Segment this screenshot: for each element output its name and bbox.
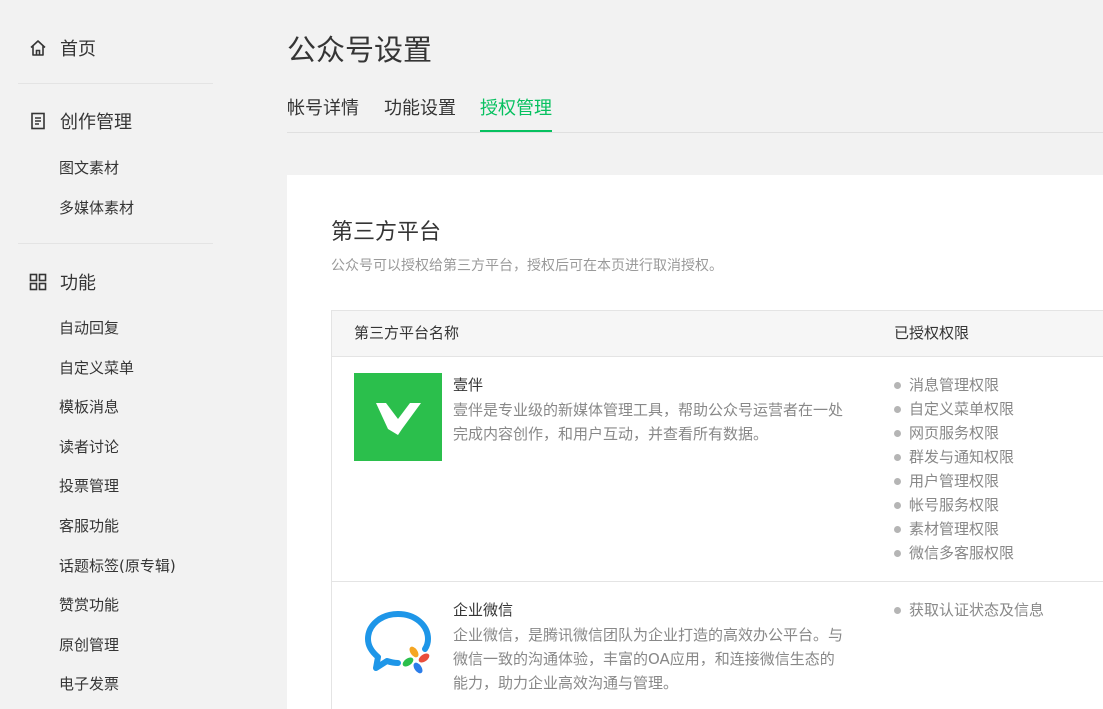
sidebar-item-article-materials[interactable]: 图文素材	[59, 158, 119, 178]
permission-item: 自定义菜单权限	[894, 397, 1014, 421]
section-title: 第三方平台	[331, 220, 442, 245]
section-description: 公众号可以授权给第三方平台，授权后可在本页进行取消授权。	[331, 258, 723, 274]
sidebar: 首页 创作管理 图文素材 多媒体素材 功能 自动回复 自定义菜单 模板消息 读者…	[0, 0, 240, 709]
sidebar-item-original-management[interactable]: 原创管理	[59, 635, 119, 655]
platform-name: 企业微信	[453, 601, 514, 619]
wecom-logo-icon	[354, 600, 442, 688]
platform-description: 企业微信，是腾讯微信团队为企业打造的高效办公平台。与微信一致的沟通体验，丰富的O…	[453, 626, 844, 692]
tab-account-details[interactable]: 帐号详情	[287, 96, 359, 131]
permission-list: 消息管理权限 自定义菜单权限 网页服务权限 群发与通知权限 用户管理权限 帐号服…	[894, 373, 1014, 565]
sidebar-item-label: 创作管理	[60, 112, 132, 133]
column-header-platform-name: 第三方平台名称	[354, 324, 460, 342]
sidebar-item-e-invoice[interactable]: 电子发票	[59, 674, 119, 694]
permission-item: 微信多客服权限	[894, 541, 1014, 565]
tab-authorization-management[interactable]: 授权管理	[480, 96, 552, 132]
sidebar-item-label: 首页	[60, 39, 96, 60]
content-panel: 第三方平台 公众号可以授权给第三方平台，授权后可在本页进行取消授权。 第三方平台…	[287, 175, 1103, 709]
permission-item: 帐号服务权限	[894, 493, 1014, 517]
platforms-table: 第三方平台名称 已授权权限 壹伴 壹伴是专业级的新媒体管理工具，帮助公众号运营者…	[331, 310, 1103, 709]
home-icon	[28, 38, 48, 58]
permission-item: 用户管理权限	[894, 469, 1014, 493]
page-title: 公众号设置	[287, 33, 433, 67]
table-row: 壹伴 壹伴是专业级的新媒体管理工具，帮助公众号运营者在一处完成内容创作，和用户互…	[332, 357, 1103, 582]
sidebar-item-home[interactable]: 首页	[28, 36, 96, 60]
grid-icon	[28, 272, 48, 292]
tab-bar: 帐号详情 功能设置 授权管理	[287, 96, 1103, 133]
tab-feature-settings[interactable]: 功能设置	[384, 96, 456, 131]
table-row: 企业微信 企业微信，是腾讯微信团队为企业打造的高效办公平台。与微信一致的沟通体验…	[332, 582, 1103, 709]
sidebar-item-customer-service[interactable]: 客服功能	[59, 516, 119, 536]
table-header: 第三方平台名称 已授权权限	[332, 311, 1103, 357]
sidebar-item-creation[interactable]: 创作管理	[28, 109, 132, 133]
permission-item: 获取认证状态及信息	[894, 598, 1044, 622]
sidebar-item-vote-management[interactable]: 投票管理	[59, 476, 119, 496]
sidebar-divider	[18, 83, 213, 84]
platform-description: 壹伴是专业级的新媒体管理工具，帮助公众号运营者在一处完成内容创作，和用户互动，并…	[453, 401, 844, 443]
sidebar-item-topic-tags[interactable]: 话题标签(原专辑)	[59, 556, 176, 576]
sidebar-item-template-messages[interactable]: 模板消息	[59, 397, 119, 417]
permission-list: 获取认证状态及信息	[894, 598, 1044, 622]
permission-item: 消息管理权限	[894, 373, 1014, 397]
sidebar-item-custom-menu[interactable]: 自定义菜单	[59, 358, 134, 378]
permission-item: 网页服务权限	[894, 421, 1014, 445]
permission-item: 素材管理权限	[894, 517, 1014, 541]
permission-item: 群发与通知权限	[894, 445, 1014, 469]
column-header-permissions: 已授权权限	[894, 324, 970, 342]
sidebar-item-auto-reply[interactable]: 自动回复	[59, 318, 119, 338]
sidebar-item-features[interactable]: 功能	[28, 270, 96, 294]
sidebar-item-appreciation[interactable]: 赞赏功能	[59, 595, 119, 615]
sidebar-item-reader-discussion[interactable]: 读者讨论	[59, 437, 119, 457]
sidebar-divider	[18, 243, 213, 244]
yiban-logo-icon	[354, 373, 442, 461]
document-icon	[28, 111, 48, 131]
sidebar-item-label: 功能	[60, 273, 96, 294]
platform-name: 壹伴	[453, 376, 484, 394]
sidebar-item-media-materials[interactable]: 多媒体素材	[59, 198, 134, 218]
